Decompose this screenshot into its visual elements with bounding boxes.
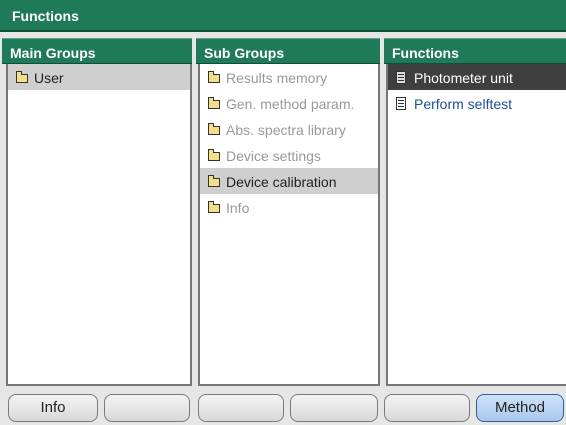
item-label: Gen. method param. — [226, 96, 355, 112]
folder-icon — [208, 71, 220, 83]
document-icon — [396, 71, 406, 84]
sub-groups-header: Sub Groups — [196, 38, 380, 64]
folder-icon — [208, 201, 220, 213]
sub-group-item-device-calibration[interactable]: Device calibration — [200, 168, 378, 194]
item-label: Photometer unit — [414, 70, 513, 86]
functions-header: Functions — [384, 38, 566, 64]
folder-icon — [208, 123, 220, 135]
sub-group-item-abs-spectra-library[interactable]: Abs. spectra library — [200, 116, 378, 142]
item-label: Device settings — [226, 148, 321, 164]
folder-icon — [208, 149, 220, 161]
sub-group-item-device-settings[interactable]: Device settings — [200, 142, 378, 168]
main-groups-panel: User — [6, 64, 192, 386]
item-label: Results memory — [226, 70, 328, 86]
method-button[interactable]: Method — [476, 394, 564, 422]
folder-icon — [208, 97, 220, 109]
item-label: Abs. spectra library — [226, 122, 346, 138]
document-icon — [396, 97, 406, 110]
function-item-perform-selftest[interactable]: Perform selftest — [388, 90, 566, 116]
sub-group-item-info[interactable]: Info — [200, 194, 378, 220]
softkey-4-button[interactable] — [290, 394, 378, 422]
info-button[interactable]: Info — [8, 394, 98, 422]
functions-panel: Photometer unit Perform selftest — [386, 64, 566, 386]
sub-group-item-gen-method-param[interactable]: Gen. method param. — [200, 90, 378, 116]
sub-groups-panel: Results memory Gen. method param. Abs. s… — [198, 64, 380, 386]
main-group-item-user[interactable]: User — [8, 64, 190, 90]
softkey-2-button[interactable] — [104, 394, 190, 422]
softkey-3-button[interactable] — [198, 394, 284, 422]
window-title: Functions — [12, 8, 79, 24]
title-bar: Functions — [0, 0, 566, 32]
item-label: Device calibration — [226, 174, 337, 190]
item-label: Perform selftest — [414, 96, 513, 112]
folder-open-icon — [16, 71, 28, 83]
main-groups-header: Main Groups — [2, 38, 192, 64]
function-item-photometer-unit[interactable]: Photometer unit — [388, 64, 566, 90]
item-label: User — [34, 70, 64, 86]
sub-group-item-results-memory[interactable]: Results memory — [200, 64, 378, 90]
item-label: Info — [226, 200, 250, 216]
softkey-5-button[interactable] — [384, 394, 470, 422]
folder-open-icon — [208, 175, 220, 187]
